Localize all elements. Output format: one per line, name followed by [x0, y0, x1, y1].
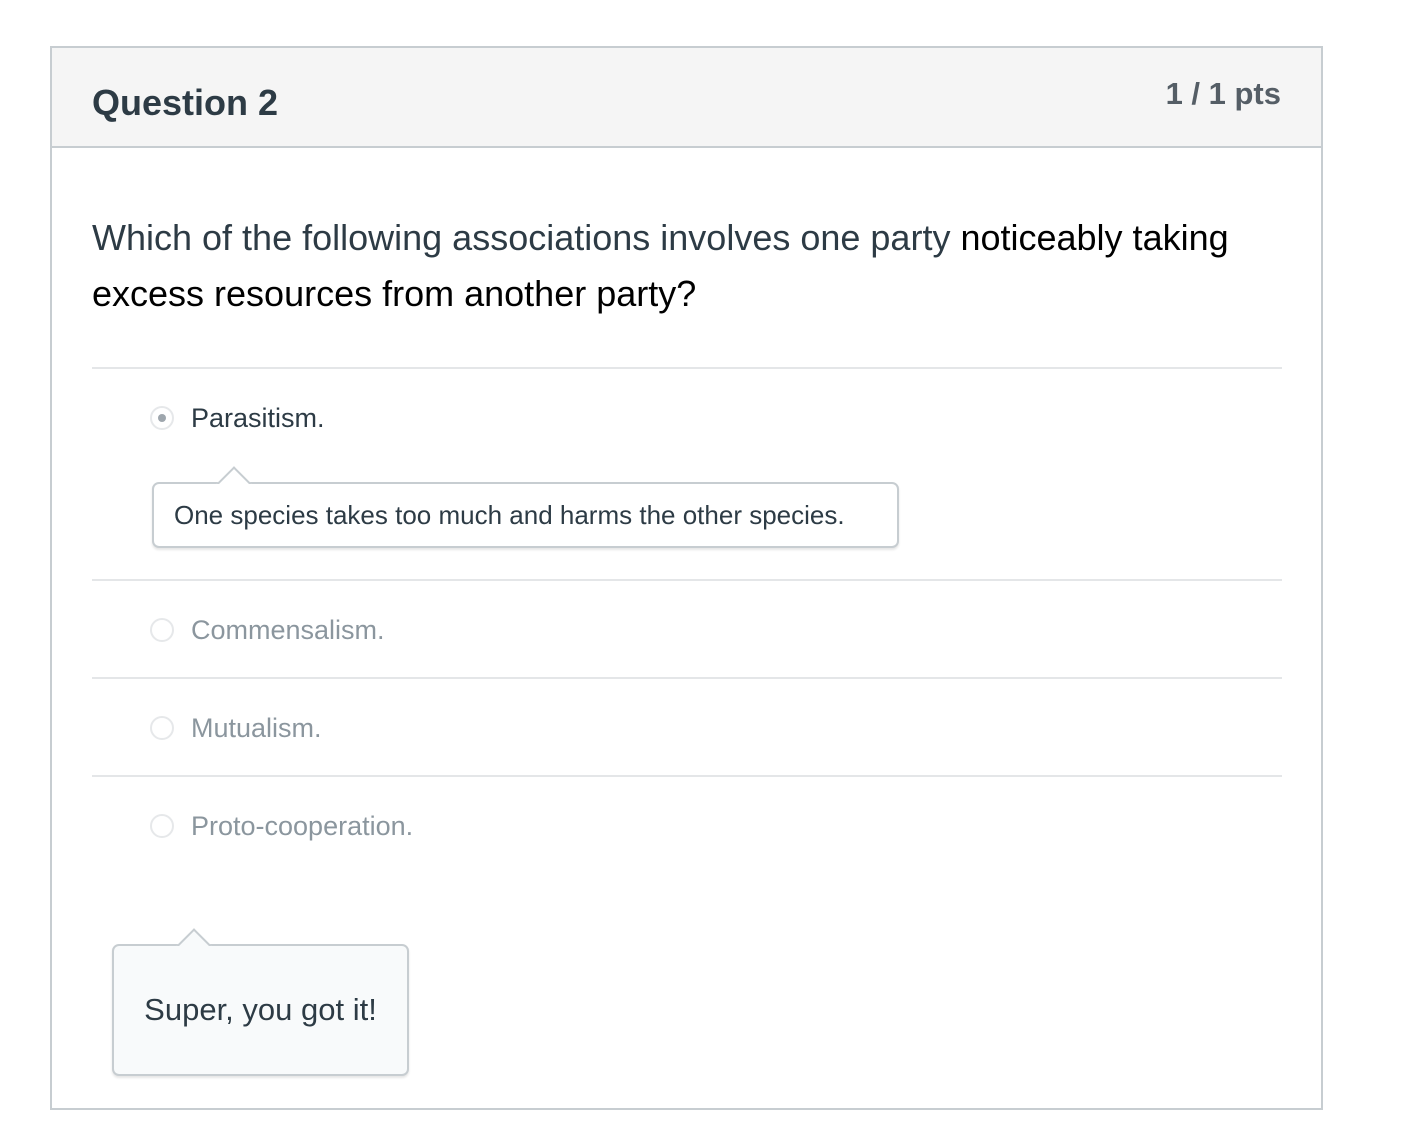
answer-label: Mutualism.	[191, 712, 322, 743]
radio-selected-icon[interactable]	[150, 406, 174, 430]
bubble-tail	[214, 464, 254, 484]
bubble-tail	[174, 926, 214, 946]
answer-divider	[92, 775, 1282, 777]
answer-label: Commensalism.	[191, 614, 385, 645]
question-text-part1: Which of the following associations invo…	[92, 217, 961, 258]
answer-option-proto-cooperation[interactable]: Proto-cooperation.	[150, 809, 413, 843]
answer-label: Proto-cooperation.	[191, 810, 414, 841]
answers-top-divider	[92, 367, 1282, 369]
answer-label: Parasitism.	[191, 402, 325, 433]
radio-unselected-icon[interactable]	[150, 814, 174, 838]
question-header: Question 2 1 / 1 pts	[52, 48, 1321, 148]
answer-divider	[92, 579, 1282, 581]
radio-unselected-icon[interactable]	[150, 716, 174, 740]
radio-unselected-icon[interactable]	[150, 618, 174, 642]
answer-option-mutualism[interactable]: Mutualism.	[150, 711, 322, 745]
answer-feedback-bubble: One species takes too much and harms the…	[152, 482, 899, 548]
question-text: Which of the following associations invo…	[92, 210, 1252, 322]
answer-feedback-text: One species takes too much and harms the…	[174, 499, 845, 530]
question-points: 1 / 1 pts	[1165, 76, 1281, 111]
result-feedback-bubble: Super, you got it!	[112, 944, 409, 1076]
answer-divider	[92, 677, 1282, 679]
answer-option-parasitism[interactable]: Parasitism.	[150, 401, 325, 435]
result-feedback-text: Super, you got it!	[144, 992, 377, 1027]
answer-option-commensalism[interactable]: Commensalism.	[150, 613, 385, 647]
question-title: Question 2	[92, 82, 279, 123]
question-card: Question 2 1 / 1 pts Which of the follow…	[50, 46, 1323, 1110]
